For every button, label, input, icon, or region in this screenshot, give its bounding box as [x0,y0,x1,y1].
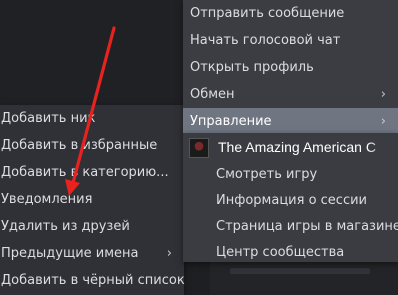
menu-item-label: Добавить в чёрный список [1,273,185,288]
friend-context-menu: Отправить сообщение Начать голосовой чат… [183,0,398,135]
chevron-right-icon: › [380,114,386,129]
menu-item-label: Информация о сессии [216,193,367,208]
chevron-right-icon: › [166,246,172,261]
menu-item-voice-chat[interactable]: Начать голосовой чат [183,27,398,54]
game-strip-background [210,262,398,295]
menu-item-label: Добавить ник [1,111,96,126]
menu-item-label: Удалить из друзей [1,219,130,234]
menu-item-remove-friend[interactable]: Удалить из друзей [0,213,184,240]
menu-item-add-favorites[interactable]: Добавить в избранные [0,132,184,159]
friend-manage-menu: Добавить ник Добавить в избранные Добави… [0,105,185,295]
game-title: The Amazing American C [218,139,376,155]
menu-item-community-hub[interactable]: Центр сообщества [183,240,398,266]
menu-item-session-info[interactable]: Информация о сессии [183,188,398,214]
menu-item-label: Обмен [190,87,235,102]
chat-background [0,0,183,105]
menu-item-label: Предыдущие имена [1,246,139,261]
menu-item-previous-names[interactable]: Предыдущие имена › [0,240,184,267]
menu-item-label: Открыть профиль [190,60,314,75]
menu-item-open-profile[interactable]: Открыть профиль [183,54,398,81]
menu-item-label: Страница игры в магазине [216,219,398,234]
menu-item-label: Управление [190,114,272,129]
menu-item-block[interactable]: Добавить в чёрный список [0,267,185,294]
menu-item-add-category[interactable]: Добавить в категорию... [0,159,184,186]
menu-item-label: Добавить в категорию... [1,165,169,180]
game-avatar-icon [189,137,209,158]
blurred-text [230,268,370,274]
menu-item-watch-game[interactable]: Смотреть игру [183,162,398,188]
menu-item-add-nickname[interactable]: Добавить ник [0,105,184,132]
menu-item-send-message[interactable]: Отправить сообщение [183,0,398,27]
menu-item-notifications[interactable]: Уведомления [0,186,184,213]
menu-item-label: Добавить в избранные [1,138,158,153]
menu-item-trade[interactable]: Обмен › [183,81,398,108]
menu-item-label: Отправить сообщение [190,6,345,21]
game-submenu: The Amazing American C Смотреть игру Инф… [183,133,398,262]
menu-item-label: Уведомления [1,192,93,207]
chevron-right-icon: › [380,87,386,102]
menu-item-label: Начать голосовой чат [190,33,341,48]
menu-item-manage[interactable]: Управление › [183,108,398,135]
menu-item-label: Смотреть игру [216,167,318,182]
game-header[interactable]: The Amazing American C [183,133,398,162]
menu-item-label: Центр сообщества [216,245,345,260]
menu-item-store-page[interactable]: Страница игры в магазине [183,214,398,240]
